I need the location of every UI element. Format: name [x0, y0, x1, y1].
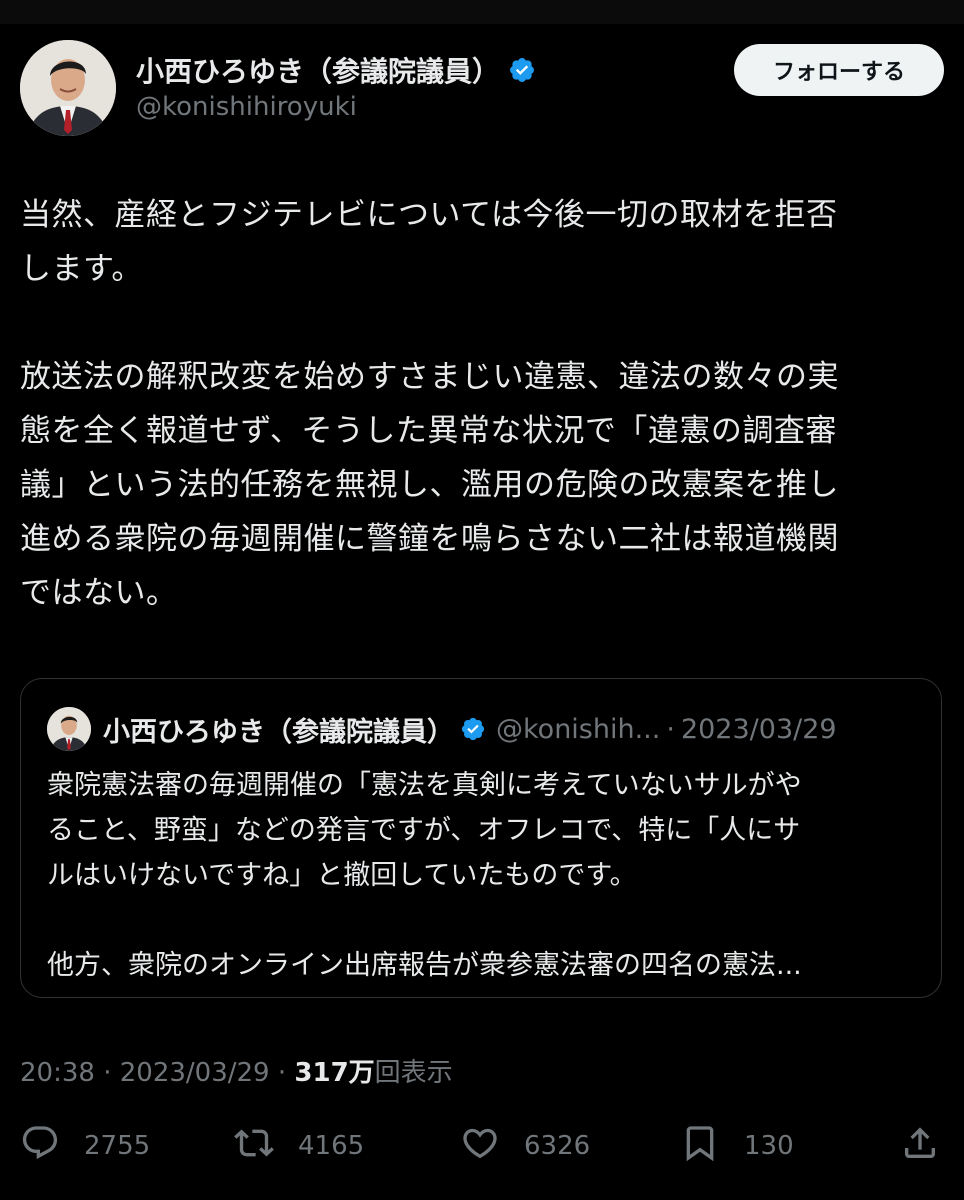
- quoted-paragraph-1: 衆院憲法審の毎週開催の「憲法を真剣に考えていないサルがや ること、野蛮」などの発…: [47, 770, 802, 891]
- share-icon: [900, 1123, 940, 1170]
- quoted-paragraph-2: 他方、衆院のオンライン出席報告が衆参憲法審の四名の憲法...: [47, 950, 802, 981]
- quoted-date: 2023/03/29: [680, 713, 837, 745]
- quoted-avatar: [47, 707, 91, 751]
- retweet-button[interactable]: 4165: [234, 1120, 364, 1172]
- quoted-verified-badge-icon: [460, 716, 486, 742]
- tweet-date[interactable]: 2023/03/29: [120, 1058, 270, 1088]
- like-count: 6326: [524, 1131, 591, 1161]
- share-button[interactable]: [900, 1120, 940, 1172]
- retweet-icon: [234, 1123, 274, 1170]
- reply-icon: [20, 1123, 60, 1170]
- quoted-handle: @konishih...: [496, 713, 661, 745]
- meta-separator-1: ·: [103, 1058, 112, 1088]
- tweet-header: 小西ひろゆき（参議院議員） @konishihiroyuki フォローする: [20, 40, 944, 140]
- reply-count: 2755: [84, 1131, 151, 1161]
- action-bar: 2755 4165 6326 130: [20, 1120, 944, 1172]
- author-name-row[interactable]: 小西ひろゆき（参議院議員）: [136, 50, 536, 90]
- heart-icon: [460, 1123, 500, 1170]
- meta-separator-2: ·: [277, 1058, 287, 1088]
- tweet-paragraph-2: 放送法の解釈改変を始めすさまじい違憲、違法の数々の実 態を全く報道せず、そうした…: [20, 359, 839, 611]
- quoted-tweet-card[interactable]: 小西ひろゆき（参議院議員） @konishih... · 2023/03/29 …: [20, 678, 942, 998]
- quoted-tweet-text: 衆院憲法審の毎週開催の「憲法を真剣に考えていないサルがや ること、野蛮」などの発…: [47, 763, 927, 988]
- author-display-name[interactable]: 小西ひろゆき（参議院議員）: [136, 50, 500, 90]
- like-button[interactable]: 6326: [460, 1120, 590, 1172]
- status-bar-strip: [0, 0, 964, 24]
- views-count: 317万: [294, 1058, 375, 1088]
- avatar[interactable]: [20, 40, 116, 136]
- tweet-meta: 20:38 · 2023/03/29 · 317万回表示: [20, 1052, 453, 1089]
- tweet-text: 当然、産経とフジテレビについては今後一切の取材を拒否 します。 放送法の解釈改変…: [20, 188, 944, 620]
- bookmark-icon: [680, 1123, 720, 1170]
- tweet-paragraph-1: 当然、産経とフジテレビについては今後一切の取材を拒否 します。: [20, 197, 838, 287]
- verified-badge-icon: [508, 56, 536, 84]
- reply-button[interactable]: 2755: [20, 1120, 150, 1172]
- tweet-time[interactable]: 20:38: [20, 1058, 95, 1088]
- bookmark-button[interactable]: 130: [680, 1120, 794, 1172]
- author-handle[interactable]: @konishihiroyuki: [136, 92, 357, 122]
- quoted-display-name: 小西ひろゆき（参議院議員）: [103, 716, 454, 748]
- quoted-separator: ·: [666, 713, 675, 745]
- views-label: 回表示: [374, 1058, 453, 1088]
- retweet-count: 4165: [298, 1131, 365, 1161]
- follow-button[interactable]: フォローする: [734, 44, 944, 96]
- bookmark-count: 130: [744, 1131, 794, 1161]
- quoted-tweet-header: 小西ひろゆき（参議院議員） @konishih... · 2023/03/29: [47, 707, 837, 751]
